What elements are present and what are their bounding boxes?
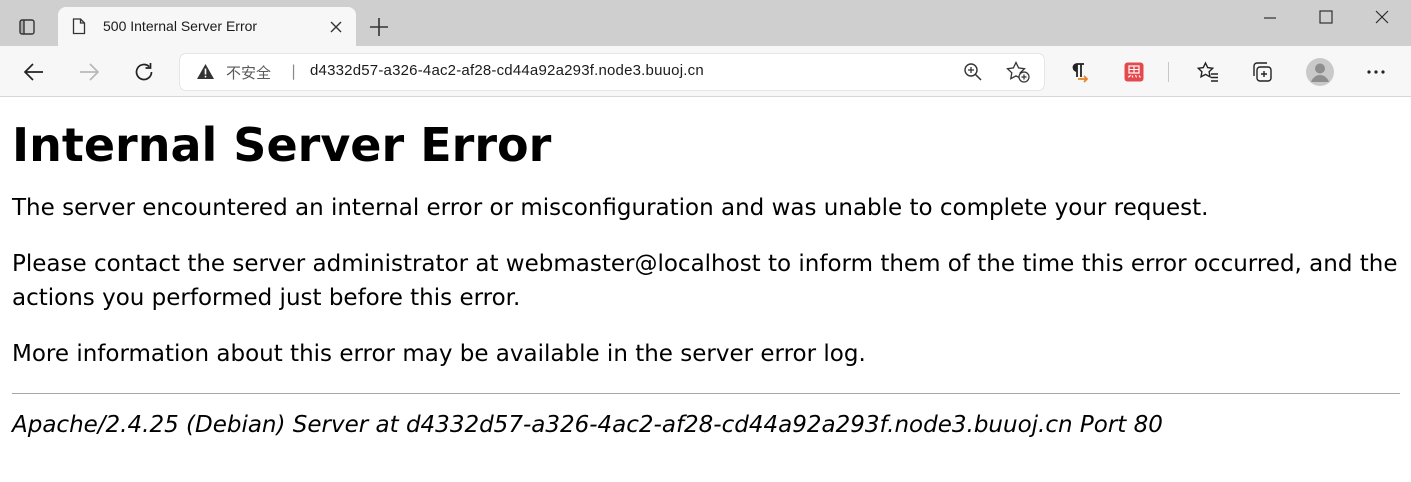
minimize-icon[interactable] bbox=[1240, 0, 1300, 34]
page-title: Internal Server Error bbox=[12, 118, 552, 172]
refresh-icon[interactable] bbox=[129, 57, 159, 87]
close-window-icon[interactable] bbox=[1352, 0, 1411, 34]
tab-actions-icon[interactable] bbox=[12, 12, 42, 42]
add-favorite-icon[interactable] bbox=[1006, 61, 1030, 87]
address-bar[interactable]: 不安全 | d4332d57-a326-4ac2-af28-cd44a92a29… bbox=[180, 54, 1044, 90]
toolbar-divider bbox=[1168, 62, 1169, 82]
browser-toolbar: 不安全 | d4332d57-a326-4ac2-af28-cd44a92a29… bbox=[0, 46, 1411, 97]
tab-title: 500 Internal Server Error bbox=[103, 18, 258, 34]
security-label[interactable]: 不安全 bbox=[226, 62, 271, 83]
favorites-icon[interactable] bbox=[1193, 57, 1223, 87]
contact-paragraph: Please contact the server administrator … bbox=[12, 251, 1398, 311]
page-icon bbox=[72, 18, 86, 39]
address-separator: | bbox=[291, 62, 297, 80]
close-icon[interactable] bbox=[328, 19, 344, 35]
more-icon[interactable] bbox=[1361, 57, 1391, 87]
error-description: The server encountered an internal error… bbox=[12, 195, 1209, 221]
server-signature: Apache/2.4.25 (Debian) Server at d4332d5… bbox=[12, 412, 1163, 438]
browser-tab[interactable]: 500 Internal Server Error bbox=[58, 7, 356, 46]
divider bbox=[12, 393, 1400, 394]
url-text[interactable]: d4332d57-a326-4ac2-af28-cd44a92a293f.nod… bbox=[310, 62, 704, 79]
back-arrow-icon[interactable] bbox=[19, 57, 49, 87]
profile-avatar-icon[interactable] bbox=[1303, 55, 1337, 89]
page-content: Internal Server Error The server encount… bbox=[12, 97, 1402, 442]
forward-arrow-icon[interactable] bbox=[74, 57, 104, 87]
collections-icon[interactable] bbox=[1247, 57, 1277, 87]
tab-strip: 500 Internal Server Error bbox=[0, 0, 1411, 46]
red-extension-icon[interactable] bbox=[1119, 57, 1149, 87]
warning-icon[interactable] bbox=[196, 63, 215, 84]
maximize-icon[interactable] bbox=[1296, 0, 1356, 34]
zoom-icon[interactable] bbox=[963, 62, 983, 86]
pilcrow-extension-icon[interactable] bbox=[1064, 57, 1094, 87]
plus-icon[interactable] bbox=[366, 14, 392, 40]
log-info-paragraph: More information about this error may be… bbox=[12, 341, 866, 367]
